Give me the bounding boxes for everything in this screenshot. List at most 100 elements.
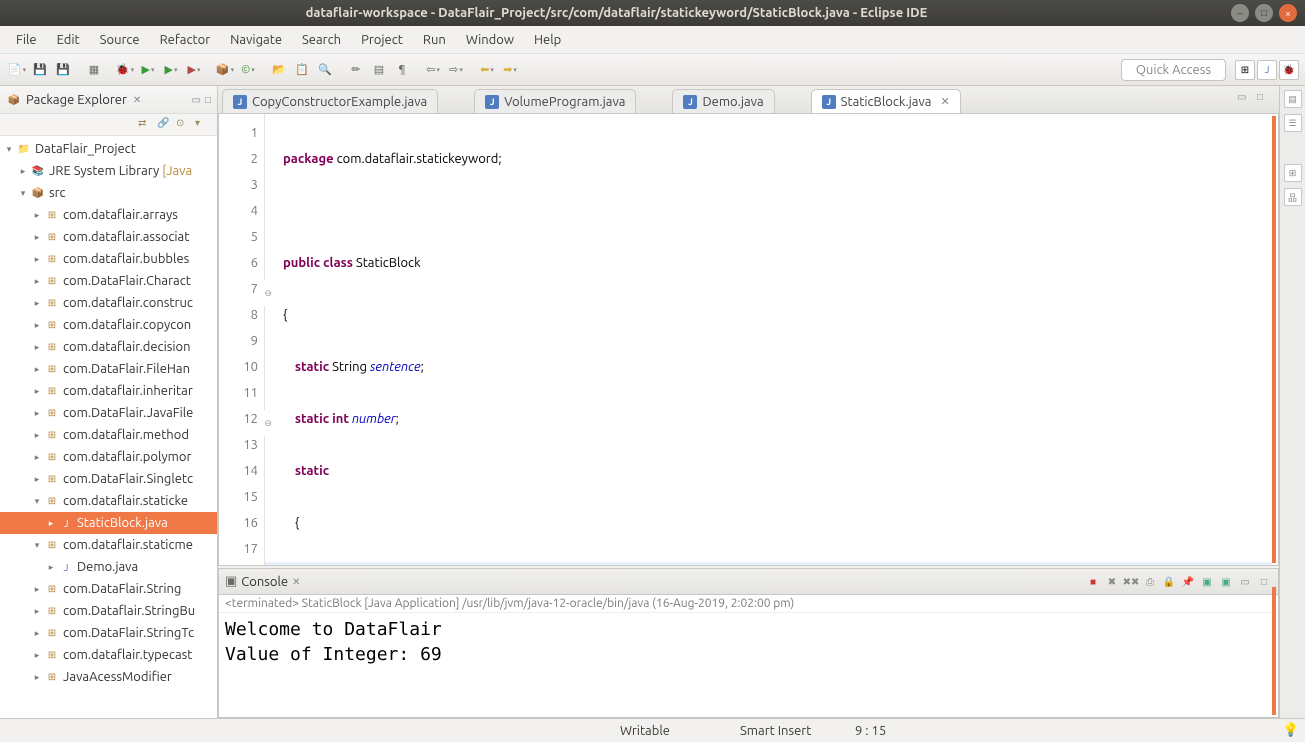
menu-project[interactable]: Project xyxy=(351,30,413,50)
package-node[interactable]: ▸⊞com.dataflair.arrays xyxy=(0,204,217,226)
terminate-icon[interactable]: ■ xyxy=(1085,574,1101,590)
menu-run[interactable]: Run xyxy=(413,30,456,50)
menu-search[interactable]: Search xyxy=(292,30,351,50)
debug-button[interactable]: 🐞 xyxy=(114,59,136,81)
package-node[interactable]: ▸⊞com.dataflair.decision xyxy=(0,336,217,358)
editor-tab[interactable]: JCopyConstructorExample.java xyxy=(222,89,438,113)
pin-console-icon[interactable]: 📌 xyxy=(1180,574,1196,590)
console-min-icon[interactable]: ▭ xyxy=(1237,574,1253,590)
open-perspective-button[interactable]: ⊞ xyxy=(1235,60,1255,80)
close-tab-icon[interactable]: ✕ xyxy=(941,95,950,108)
collapse-all-icon[interactable]: ⇄ xyxy=(138,117,154,133)
view-maximize-icon[interactable]: □ xyxy=(205,94,211,106)
window-minimize-button[interactable]: – xyxy=(1231,4,1249,22)
debug-perspective-button[interactable]: 🐞 xyxy=(1279,60,1299,80)
console-view: ▣ Console ✕ ■ ✖ ✖✖ ⎙ 🔒 📌 ▣ ▣ ▭ □ <term xyxy=(218,568,1279,718)
package-node[interactable]: ▸⊞com.dataflair.polymor xyxy=(0,446,217,468)
run-button[interactable]: ▶ xyxy=(137,59,159,81)
new-package-button[interactable]: 📦 xyxy=(214,59,236,81)
console-close-icon[interactable]: ✕ xyxy=(292,576,300,588)
menu-help[interactable]: Help xyxy=(524,30,571,50)
view-minimize-icon[interactable]: ▭ xyxy=(192,94,201,106)
task-list-icon[interactable]: ☰ xyxy=(1284,114,1302,132)
console-max-icon[interactable]: □ xyxy=(1256,574,1272,590)
code-editor[interactable]: 1 2 3 4 5 6 7 8 9 10 11 12 13 14 15 16 1… xyxy=(218,114,1279,566)
open-task-button[interactable]: 📋 xyxy=(291,59,313,81)
package-node[interactable]: ▸⊞com.DataFlair.StringTc xyxy=(0,622,217,644)
console-output[interactable]: Welcome to DataFlair Value of Integer: 6… xyxy=(219,613,1278,717)
editor-tab[interactable]: JVolumeProgram.java xyxy=(474,89,636,113)
selected-file-node[interactable]: ▸JStaticBlock.java xyxy=(0,512,217,534)
package-node[interactable]: ▸⊞com.DataFlair.Charact xyxy=(0,270,217,292)
package-node[interactable]: ▸⊞com.dataflair.inheritar xyxy=(0,380,217,402)
package-node[interactable]: ▸⊞com.dataflair.typecast xyxy=(0,644,217,666)
display-selected-icon[interactable]: ▣ xyxy=(1199,574,1215,590)
scroll-lock-icon[interactable]: 🔒 xyxy=(1161,574,1177,590)
menu-refactor[interactable]: Refactor xyxy=(150,30,221,50)
menu-navigate[interactable]: Navigate xyxy=(220,30,292,50)
menu-file[interactable]: File xyxy=(6,30,47,50)
view-close-icon[interactable]: ✕ xyxy=(133,94,141,106)
clear-console-icon[interactable]: ⎙ xyxy=(1142,574,1158,590)
outline-icon[interactable]: ⊞ xyxy=(1284,164,1302,182)
package-node[interactable]: ▸⊞JavaAcessModifier xyxy=(0,666,217,688)
menu-edit[interactable]: Edit xyxy=(47,30,90,50)
toggle-block-button[interactable]: ▤ xyxy=(368,59,390,81)
quick-access-input[interactable]: Quick Access xyxy=(1121,59,1226,81)
editor-tab-active[interactable]: JStaticBlock.java✕ xyxy=(811,89,961,113)
annotation-prev-button[interactable]: ⇦ xyxy=(422,59,444,81)
remove-all-icon[interactable]: ✖✖ xyxy=(1123,574,1139,590)
status-bar: Writable Smart Insert 9 : 15 💡 xyxy=(0,718,1305,742)
java-perspective-button[interactable]: J xyxy=(1257,60,1277,80)
hierarchy-icon[interactable]: 品 xyxy=(1284,188,1302,206)
package-tree[interactable]: ▾📁DataFlair_Project ▸📚JRE System Library… xyxy=(0,136,217,718)
jre-node[interactable]: ▸📚JRE System Library [Java xyxy=(0,160,217,182)
editor-tab[interactable]: JDemo.java xyxy=(672,89,774,113)
package-node[interactable]: ▸⊞com.dataflair.copycon xyxy=(0,314,217,336)
window-close-button[interactable]: × xyxy=(1279,4,1297,22)
new-button[interactable]: 📄 xyxy=(6,59,28,81)
view-menu-icon[interactable]: ▾ xyxy=(195,117,211,133)
remove-launch-icon[interactable]: ✖ xyxy=(1104,574,1120,590)
window-maximize-button[interactable]: □ xyxy=(1255,4,1273,22)
new-class-button[interactable]: © xyxy=(237,59,259,81)
forward-button[interactable]: ➡ xyxy=(499,59,521,81)
package-node[interactable]: ▸⊞com.Dataflair.StringBu xyxy=(0,600,217,622)
package-node-open[interactable]: ▾⊞com.dataflair.staticke xyxy=(0,490,217,512)
toggle-button[interactable]: ▦ xyxy=(83,59,105,81)
save-all-button[interactable]: 💾 xyxy=(52,59,74,81)
package-node[interactable]: ▸⊞com.DataFlair.Singletc xyxy=(0,468,217,490)
show-whitespace-button[interactable]: ¶ xyxy=(391,59,413,81)
package-node[interactable]: ▸⊞com.dataflair.associat xyxy=(0,226,217,248)
src-node[interactable]: ▾📦src xyxy=(0,182,217,204)
package-node[interactable]: ▸⊞com.dataflair.construc xyxy=(0,292,217,314)
package-node-open2[interactable]: ▾⊞com.dataflair.staticme xyxy=(0,534,217,556)
open-console-icon[interactable]: ▣ xyxy=(1218,574,1234,590)
package-node[interactable]: ▸⊞com.DataFlair.FileHan xyxy=(0,358,217,380)
package-node[interactable]: ▸⊞com.dataflair.method xyxy=(0,424,217,446)
editor-minimize-icon[interactable]: ▭ xyxy=(1237,91,1253,107)
back-button[interactable]: ⬅ xyxy=(476,59,498,81)
open-type-button[interactable]: 📂 xyxy=(268,59,290,81)
menu-source[interactable]: Source xyxy=(90,30,150,50)
package-icon: 📦 xyxy=(6,92,22,108)
external-tools-button[interactable]: ▶ xyxy=(183,59,205,81)
package-node[interactable]: ▸⊞com.dataflair.bubbles xyxy=(0,248,217,270)
file-node[interactable]: ▸JDemo.java xyxy=(0,556,217,578)
editor-maximize-icon[interactable]: □ xyxy=(1257,91,1273,107)
search-button[interactable]: 🔍 xyxy=(314,59,336,81)
coverage-button[interactable]: ▶ xyxy=(160,59,182,81)
code-content[interactable]: package com.dataflair.statickeyword; pub… xyxy=(265,114,1278,565)
toggle-mark-button[interactable]: ✏ xyxy=(345,59,367,81)
focus-icon[interactable]: ⊙ xyxy=(176,117,192,133)
annotation-next-button[interactable]: ⇨ xyxy=(445,59,467,81)
menu-window[interactable]: Window xyxy=(456,30,524,50)
status-insert-mode: Smart Insert xyxy=(740,724,811,738)
outline-view-icon[interactable]: ▤ xyxy=(1284,90,1302,108)
package-node[interactable]: ▸⊞com.DataFlair.String xyxy=(0,578,217,600)
tip-bulb-icon[interactable]: 💡 xyxy=(1283,723,1299,738)
package-node[interactable]: ▸⊞com.DataFlair.JavaFile xyxy=(0,402,217,424)
save-button[interactable]: 💾 xyxy=(29,59,51,81)
link-editor-icon[interactable]: 🔗 xyxy=(157,117,173,133)
project-node[interactable]: ▾📁DataFlair_Project xyxy=(0,138,217,160)
